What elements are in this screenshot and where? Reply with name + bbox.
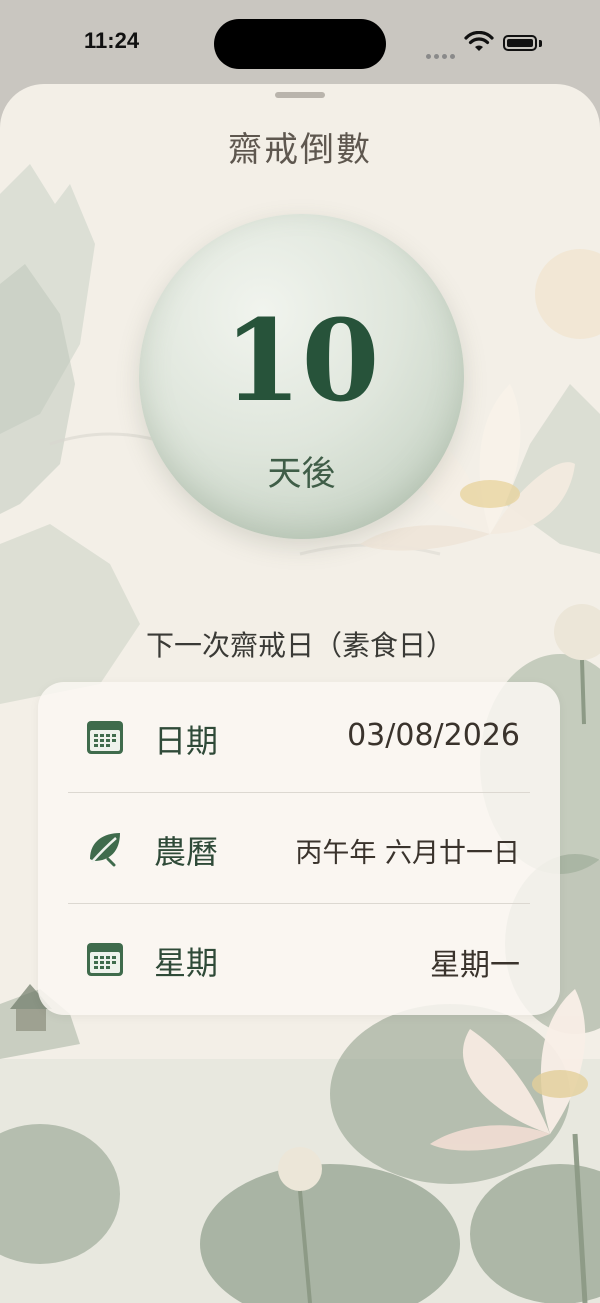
calendar-icon — [87, 943, 123, 976]
lunar-value: 丙午年 六月廿一日 — [295, 838, 520, 869]
detail-row-lunar: 農曆 丙午年 六月廿一日 — [38, 793, 560, 903]
date-label: 日期 — [154, 722, 219, 760]
countdown-sheet: 齋戒倒數 10 天後 下一次齋戒日（素食日） 日期 03/08/2026 農曆 … — [0, 84, 600, 1303]
page-title: 齋戒倒數 — [228, 130, 372, 170]
countdown-number: 10 — [223, 296, 380, 427]
detail-row-weekday: 星期 星期一 — [38, 904, 560, 1014]
weekday-label: 星期 — [154, 944, 219, 982]
cellular-signal-icon — [426, 44, 458, 59]
date-value: 03/08/2026 — [347, 718, 520, 753]
status-time: 11:24 — [84, 28, 140, 53]
sheet-grabber[interactable] — [275, 92, 325, 98]
countdown-unit: 天後 — [267, 454, 336, 494]
leaf-icon — [90, 833, 120, 867]
status-bar: 11:24 — [0, 0, 600, 88]
fasting-day-details-card: 日期 03/08/2026 農曆 丙午年 六月廿一日 星期 星期一 — [38, 682, 560, 1015]
battery-icon — [503, 35, 537, 51]
weekday-value: 星期一 — [430, 948, 520, 983]
dynamic-island — [214, 19, 386, 69]
detail-row-date: 日期 03/08/2026 — [38, 682, 560, 792]
wifi-icon — [464, 31, 494, 51]
calendar-icon — [87, 721, 123, 754]
countdown-orb: 10 天後 — [139, 214, 464, 539]
next-fasting-day-subtitle: 下一次齋戒日（素食日） — [145, 629, 454, 662]
lunar-label: 農曆 — [154, 833, 219, 871]
